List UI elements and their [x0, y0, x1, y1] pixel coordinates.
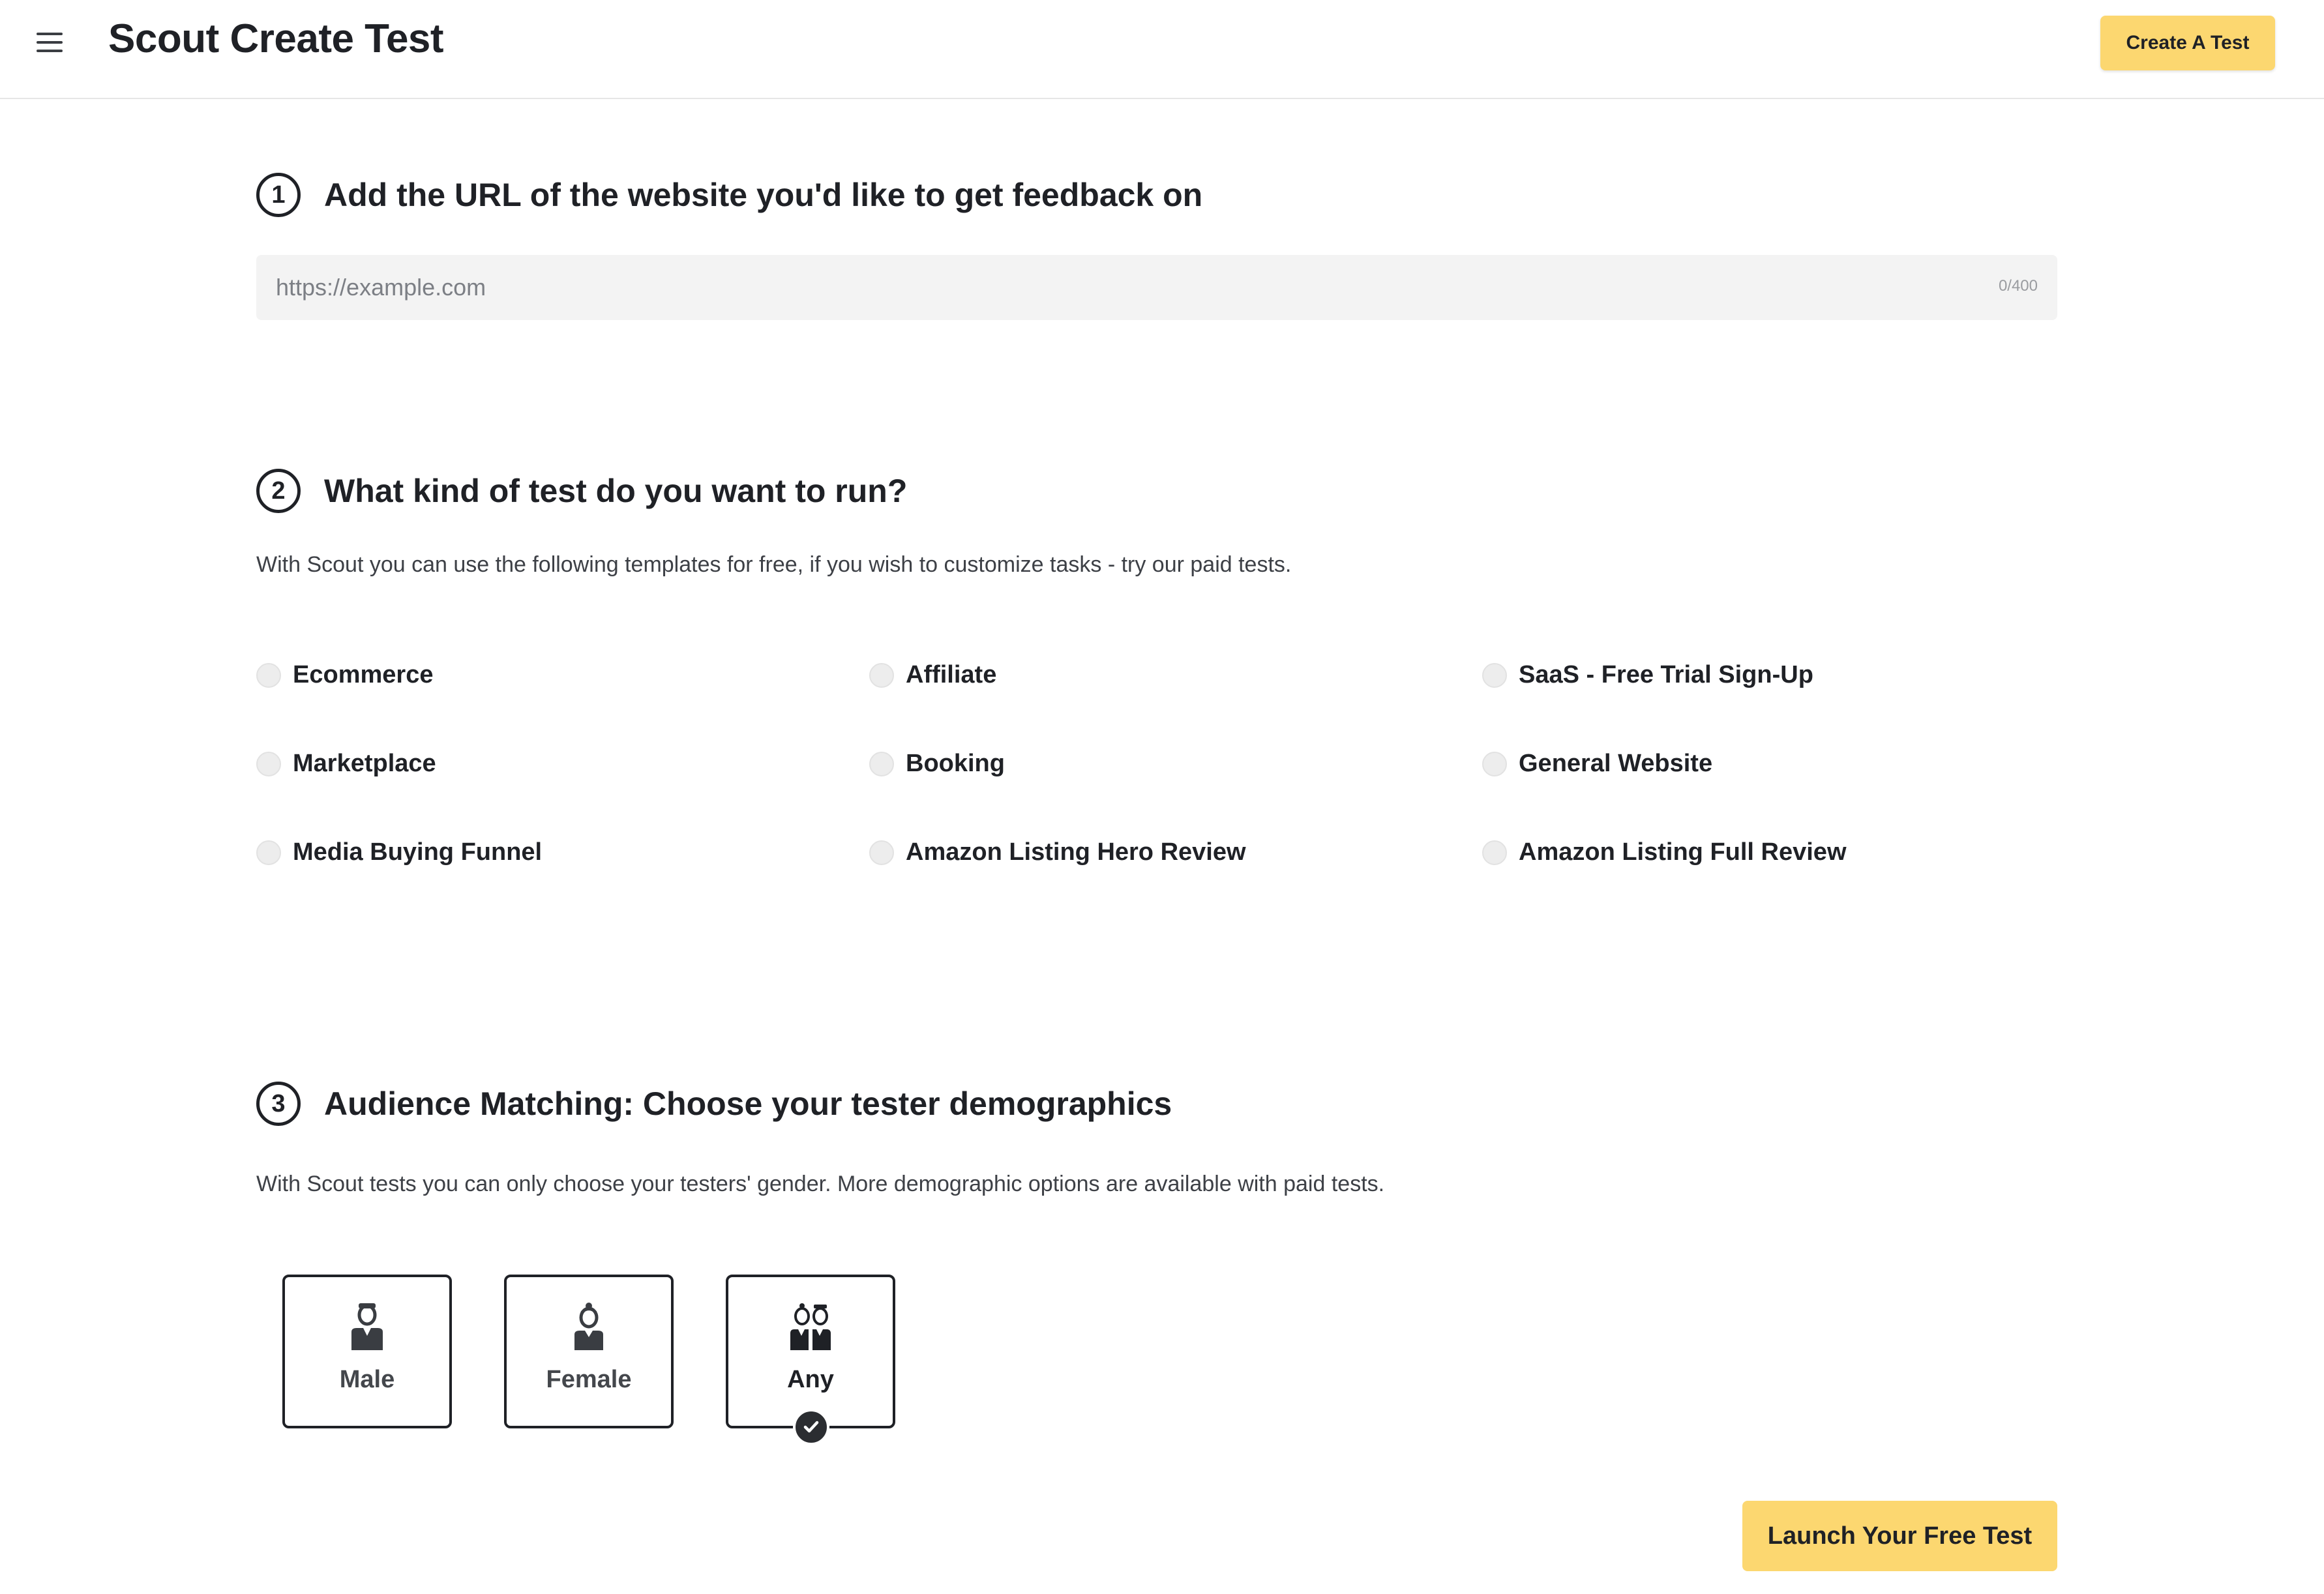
couple-icon [790, 1303, 831, 1350]
radio-label: Media Buying Funnel [293, 838, 543, 866]
radio-button[interactable] [256, 751, 281, 776]
step-3-description: With Scout tests you can only choose you… [256, 1172, 1385, 1196]
radio-amazon-hero-review[interactable]: Amazon Listing Hero Review [869, 838, 1246, 866]
radio-saas[interactable]: SaaS - Free Trial Sign-Up [1482, 661, 1813, 689]
radio-button[interactable] [869, 751, 894, 776]
gender-option-female[interactable]: Female [504, 1275, 674, 1428]
radio-marketplace[interactable]: Marketplace [256, 750, 436, 778]
radio-label: Amazon Listing Full Review [1519, 838, 1847, 866]
radio-button[interactable] [256, 840, 281, 865]
gender-label: Any [787, 1366, 834, 1393]
gender-option-male[interactable]: Male [282, 1275, 452, 1428]
url-input[interactable] [276, 269, 1906, 306]
radio-button[interactable] [1482, 751, 1507, 776]
radio-booking[interactable]: Booking [869, 750, 1005, 778]
female-person-icon [574, 1303, 603, 1350]
radio-button[interactable] [1482, 662, 1507, 688]
step-3-number: 3 [256, 1082, 301, 1126]
radio-label: General Website [1519, 750, 1713, 777]
radio-media-buying-funnel[interactable]: Media Buying Funnel [256, 838, 542, 866]
radio-button[interactable] [869, 662, 894, 688]
radio-button[interactable] [256, 662, 281, 688]
gender-label: Male [339, 1366, 395, 1393]
create-test-button[interactable]: Create A Test [2100, 16, 2275, 70]
radio-label: Booking [906, 750, 1005, 777]
radio-label: Affiliate [906, 661, 997, 688]
step-3-title: Audience Matching: Choose your tester de… [324, 1085, 1172, 1122]
radio-affiliate[interactable]: Affiliate [869, 661, 996, 689]
top-bar: Scout Create Test Create A Test [0, 0, 2324, 99]
radio-label: Marketplace [293, 750, 436, 777]
step-1-title: Add the URL of the website you'd like to… [324, 177, 1203, 213]
radio-general-website[interactable]: General Website [1482, 750, 1712, 778]
radio-button[interactable] [1482, 840, 1507, 865]
launch-free-test-button[interactable]: Launch Your Free Test [1742, 1501, 2057, 1571]
radio-button[interactable] [869, 840, 894, 865]
url-field: 0/400 [256, 255, 2057, 320]
step-2-number: 2 [256, 469, 301, 513]
radio-label: SaaS - Free Trial Sign-Up [1519, 661, 1813, 688]
hamburger-menu-icon[interactable] [37, 33, 63, 53]
step-2-title: What kind of test do you want to run? [324, 473, 908, 509]
gender-label: Female [546, 1366, 632, 1393]
male-person-icon [351, 1303, 383, 1350]
radio-label: Ecommerce [293, 661, 434, 688]
radio-ecommerce[interactable]: Ecommerce [256, 661, 433, 689]
step-1-number: 1 [256, 173, 301, 217]
gender-option-any[interactable]: Any [726, 1275, 895, 1445]
radio-amazon-full-review[interactable]: Amazon Listing Full Review [1482, 838, 1847, 866]
step-2-description: With Scout you can use the following tem… [256, 552, 1292, 577]
selected-check-icon [793, 1409, 829, 1445]
page-title: Scout Create Test [108, 16, 444, 61]
radio-label: Amazon Listing Hero Review [906, 838, 1246, 866]
character-counter: 0/400 [1998, 277, 2038, 295]
